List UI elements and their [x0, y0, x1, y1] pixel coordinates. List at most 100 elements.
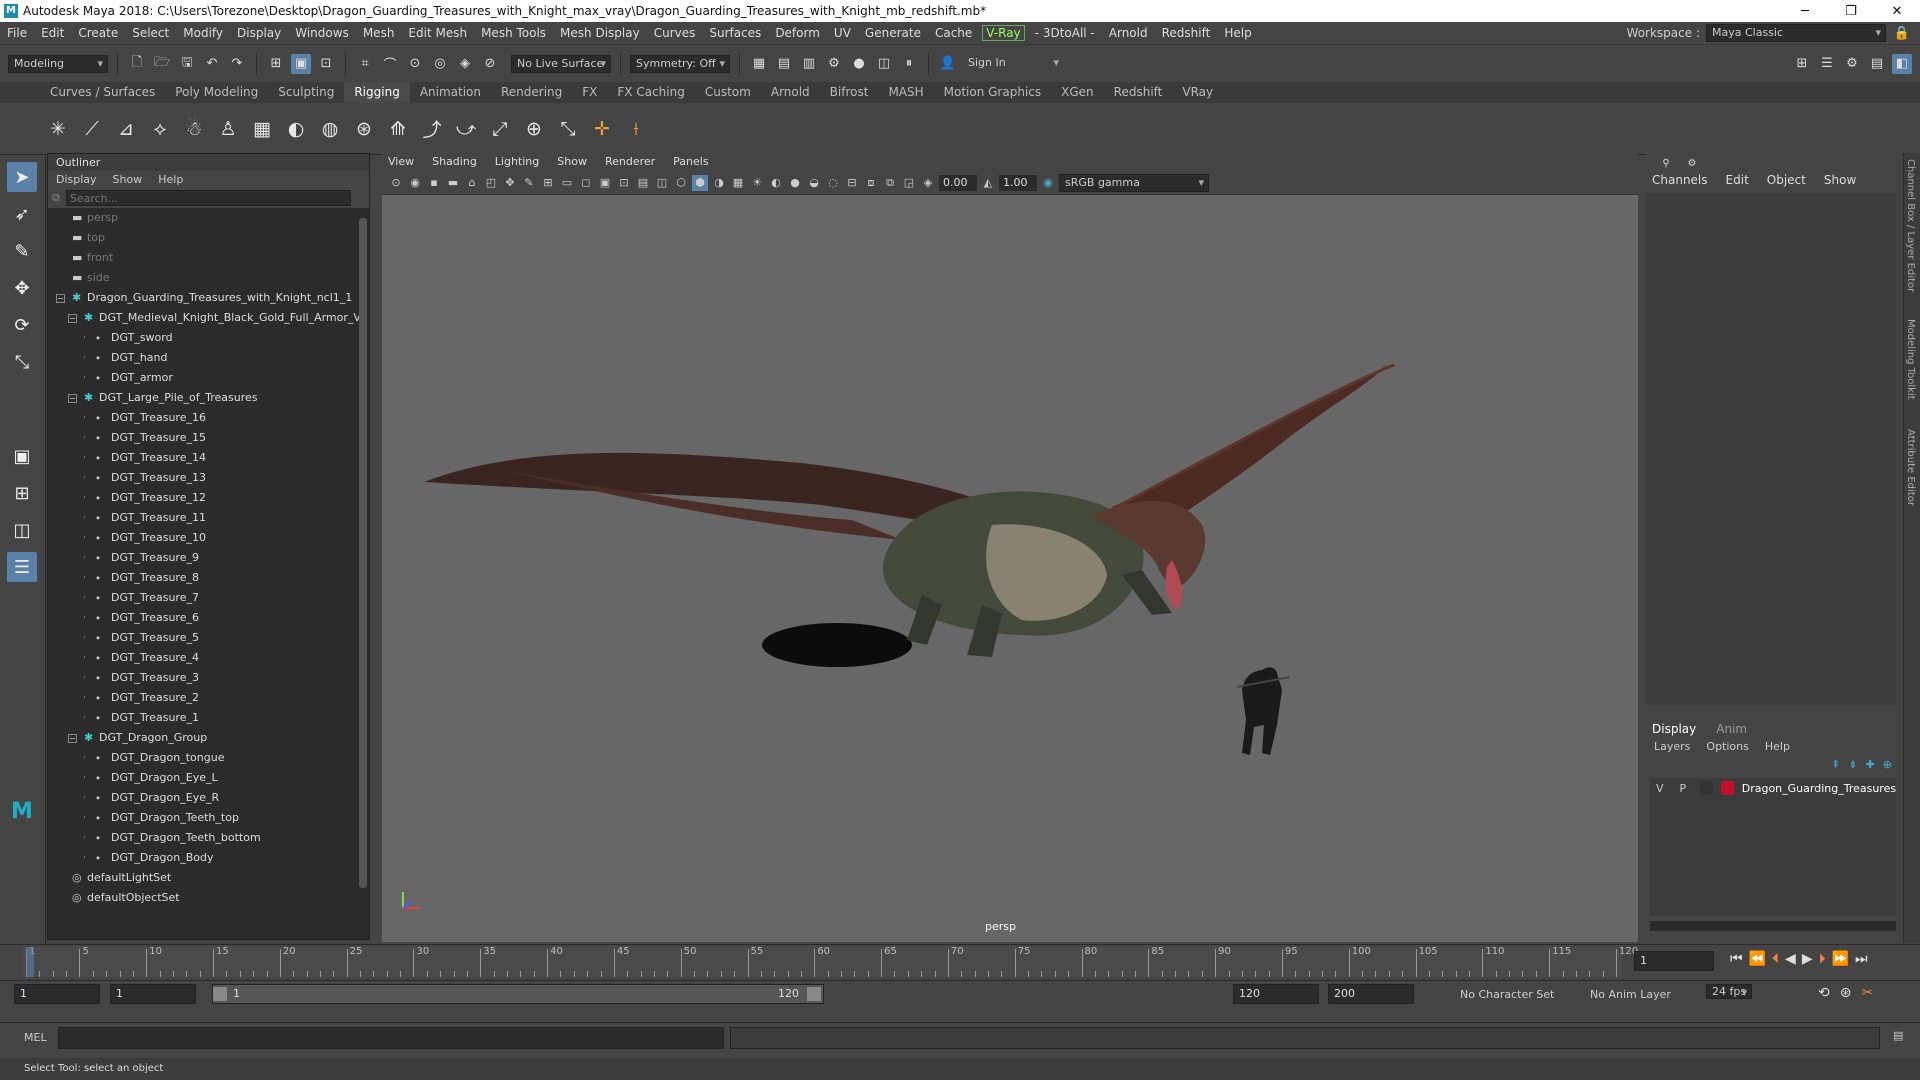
- render-frame-icon[interactable]: ▤: [774, 54, 794, 74]
- menu-deform[interactable]: Deform: [768, 26, 827, 40]
- point-constraint-icon[interactable]: ⤡: [554, 115, 582, 143]
- range-start-handle[interactable]: [213, 987, 227, 1001]
- locator-icon[interactable]: ✛: [588, 115, 616, 143]
- go-to-end-icon[interactable]: ⏭: [1855, 951, 1868, 967]
- lasso-tool-icon[interactable]: ➶: [7, 199, 37, 229]
- undo-icon[interactable]: ↶: [202, 54, 222, 74]
- exposure-field[interactable]: 0.00: [939, 174, 977, 191]
- outliner-item[interactable]: · ⬩ DGT_Treasure_13: [48, 468, 369, 488]
- single-view-icon[interactable]: ▣: [7, 441, 37, 471]
- outliner-item[interactable]: · ⬩ DGT_Treasure_2: [48, 688, 369, 708]
- shelf-tab-rendering[interactable]: Rendering: [491, 82, 572, 103]
- outliner-item[interactable]: · ⬩ DGT_Treasure_7: [48, 588, 369, 608]
- expand-toggle-icon[interactable]: −: [68, 734, 77, 743]
- channel-menu-edit[interactable]: Edit: [1726, 173, 1749, 187]
- paint-select-icon[interactable]: ✎: [7, 236, 37, 266]
- camera-attributes-icon[interactable]: ◉: [407, 175, 423, 191]
- animation-end-field[interactable]: 200: [1328, 984, 1414, 1004]
- outliner-item[interactable]: · ⬩ DGT_Dragon_Teeth_top: [48, 808, 369, 828]
- outliner-item[interactable]: · ⬩ DGT_Treasure_10: [48, 528, 369, 548]
- outliner-item[interactable]: · ⬩ DGT_Dragon_Eye_L: [48, 768, 369, 788]
- time-ruler[interactable]: 1510152025303540455055606570758085909510…: [22, 946, 1638, 977]
- redo-icon[interactable]: ↷: [227, 54, 247, 74]
- step-forward-frame-icon[interactable]: ⏵: [1819, 951, 1826, 967]
- film-gate-toggle-icon[interactable]: ▭: [559, 175, 575, 191]
- outliner-item[interactable]: − ✱ DGT_Large_Pile_of_Treasures: [48, 388, 369, 408]
- menu-generate[interactable]: Generate: [858, 26, 928, 40]
- outliner-item[interactable]: · ⬩ DGT_Treasure_9: [48, 548, 369, 568]
- play-forward-icon[interactable]: ▶: [1802, 951, 1813, 967]
- xray-joints-icon[interactable]: ⧉: [882, 175, 898, 191]
- outliner-item[interactable]: − ✱ Dragon_Guarding_Treasures_with_Knight_…: [48, 288, 369, 308]
- select-tool-icon[interactable]: ➤: [7, 162, 37, 192]
- outliner-item[interactable]: · ⬩ DGT_sword: [48, 328, 369, 348]
- locator-pivot-icon[interactable]: ⟊: [622, 115, 650, 143]
- shadows-icon[interactable]: ◐: [768, 175, 784, 191]
- side-tab-modeling-toolkit[interactable]: Modeling Toolkit: [1905, 319, 1916, 400]
- two-view-icon[interactable]: ◫: [7, 515, 37, 545]
- shelf-tab-xgen[interactable]: XGen: [1051, 82, 1104, 103]
- render-setup-icon[interactable]: ◫: [874, 54, 894, 74]
- layer-scrollbar[interactable]: [1650, 921, 1896, 931]
- safe-action-icon[interactable]: ▤: [635, 175, 651, 191]
- new-layer-selected-icon[interactable]: ⊕: [1883, 758, 1892, 771]
- menu-mesh[interactable]: Mesh: [356, 26, 402, 40]
- channel-menu-show[interactable]: Show: [1824, 173, 1856, 187]
- script-editor-icon[interactable]: ▤: [1893, 1029, 1903, 1042]
- outliner-item[interactable]: ▬ top: [48, 228, 369, 248]
- shelf-tab-custom[interactable]: Custom: [695, 82, 761, 103]
- menu-edit[interactable]: Edit: [34, 26, 71, 40]
- outliner-item[interactable]: · ⬩ DGT_Treasure_15: [48, 428, 369, 448]
- step-back-key-icon[interactable]: ⏪: [1749, 951, 1766, 967]
- outliner-item[interactable]: ▬ persp: [48, 208, 369, 228]
- outliner-menu-show[interactable]: Show: [113, 171, 143, 188]
- select-object-icon[interactable]: ▣: [291, 53, 311, 74]
- layer-menu-options[interactable]: Options: [1706, 740, 1748, 753]
- gamma-icon[interactable]: ◭: [980, 175, 996, 191]
- layer-menu-help[interactable]: Help: [1765, 740, 1790, 753]
- smooth-skin-icon[interactable]: ◐: [282, 115, 310, 143]
- ipr-render-icon[interactable]: ▥: [799, 54, 819, 74]
- outliner-item[interactable]: · ⬩ DGT_Dragon_Teeth_bottom: [48, 828, 369, 848]
- wireframe-on-shaded-icon[interactable]: ◑: [711, 175, 727, 191]
- menu-mesh-tools[interactable]: Mesh Tools: [474, 26, 553, 40]
- viewport-menu-lighting[interactable]: Lighting: [495, 153, 539, 171]
- menu-edit-mesh[interactable]: Edit Mesh: [401, 26, 474, 40]
- aim-constraint-icon[interactable]: ⤻: [452, 115, 480, 143]
- persp-viewport[interactable]: View Shading Lighting Show Renderer Pane…: [382, 153, 1638, 942]
- rotate-tool-icon[interactable]: ⟳: [7, 310, 37, 340]
- channel-menu-channels[interactable]: Channels: [1652, 173, 1708, 187]
- select-hierarchy-icon[interactable]: ⊞: [266, 54, 286, 74]
- outliner-menu-display[interactable]: Display: [56, 171, 97, 188]
- anim-prefs-icon[interactable]: ✂: [1861, 985, 1873, 1001]
- safe-title-icon[interactable]: ◫: [654, 175, 670, 191]
- sign-in-button[interactable]: Sign In: [963, 54, 1063, 73]
- character-set-select[interactable]: No Character Set: [1460, 988, 1554, 1001]
- menu-display[interactable]: Display: [230, 26, 288, 40]
- snap-grid-icon[interactable]: ⌗: [355, 54, 375, 74]
- menu-mesh-display[interactable]: Mesh Display: [553, 26, 647, 40]
- humanik-icon[interactable]: ☃: [180, 115, 208, 143]
- outliner-search-input[interactable]: [65, 190, 351, 206]
- ik-spline-icon[interactable]: ⊿: [112, 115, 140, 143]
- filter-icon[interactable]: ⧉: [52, 191, 60, 205]
- bookmark-icon[interactable]: ▪: [426, 175, 442, 191]
- close-button[interactable]: ✕: [1874, 4, 1920, 19]
- fps-select[interactable]: 24 fps: [1706, 984, 1753, 999]
- viewport-menu-renderer[interactable]: Renderer: [605, 153, 655, 171]
- shelf-tab-sculpting[interactable]: Sculpting: [268, 82, 344, 103]
- outliner-item[interactable]: − ✱ DGT_Dragon_Group: [48, 728, 369, 748]
- shelf-tab-arnold[interactable]: Arnold: [761, 82, 820, 103]
- menu-uv[interactable]: UV: [827, 26, 858, 40]
- layer-editor-icon[interactable]: ◧: [1892, 53, 1912, 74]
- snap-point-icon[interactable]: ⊙: [405, 54, 425, 74]
- ik-handle-icon[interactable]: ⟋: [78, 115, 106, 143]
- step-forward-key-icon[interactable]: ⏩: [1832, 951, 1849, 967]
- outliner-item[interactable]: · ⬩ DGT_Treasure_4: [48, 648, 369, 668]
- grease-pencil-icon[interactable]: ✎: [521, 175, 537, 191]
- scale-constraint-icon[interactable]: ⤢: [486, 115, 514, 143]
- expand-toggle-icon[interactable]: −: [56, 294, 65, 303]
- script-language-label[interactable]: MEL: [24, 1031, 47, 1044]
- color-space-select[interactable]: sRGB gamma: [1059, 173, 1209, 192]
- outliner-item[interactable]: · ⬩ DGT_Treasure_16: [48, 408, 369, 428]
